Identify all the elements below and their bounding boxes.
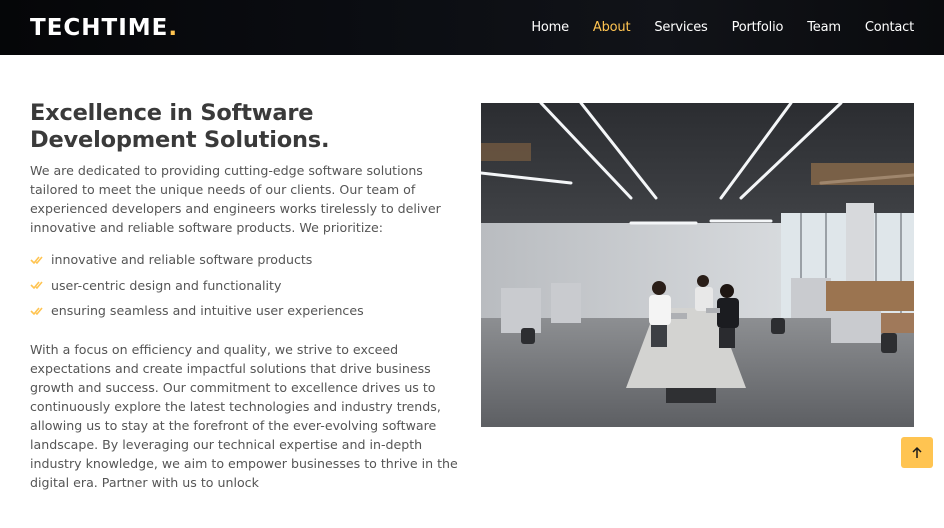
office-illustration bbox=[481, 103, 914, 427]
nav-home[interactable]: Home bbox=[531, 20, 569, 35]
about-title: Excellence in Software Development Solut… bbox=[30, 100, 330, 153]
about-body: With a focus on efficiency and quality, … bbox=[30, 341, 458, 490]
list-item-text: ensuring seamless and intuitive user exp… bbox=[51, 303, 364, 319]
about-section: Excellence in Software Development Solut… bbox=[30, 100, 470, 492]
list-item: innovative and reliable software product… bbox=[30, 247, 470, 273]
list-item: user-centric design and functionality bbox=[30, 273, 470, 299]
double-check-icon bbox=[30, 281, 43, 290]
nav-team[interactable]: Team bbox=[807, 20, 841, 35]
double-check-icon bbox=[30, 307, 43, 315]
logo[interactable]: TECHTIME. bbox=[30, 15, 178, 41]
list-item-text: innovative and reliable software product… bbox=[51, 252, 313, 268]
logo-text: TECHTIME bbox=[30, 14, 169, 41]
main-nav: Home About Services Portfolio Team Conta… bbox=[531, 20, 914, 35]
back-to-top-button[interactable] bbox=[901, 437, 933, 468]
list-item: ensuring seamless and intuitive user exp… bbox=[30, 298, 470, 324]
logo-dot: . bbox=[168, 14, 179, 41]
list-item-text: user-centric design and functionality bbox=[51, 277, 282, 293]
office-photo bbox=[481, 103, 914, 427]
double-check-icon bbox=[30, 256, 43, 264]
nav-portfolio[interactable]: Portfolio bbox=[732, 20, 784, 35]
nav-about[interactable]: About bbox=[593, 20, 631, 35]
about-intro: We are dedicated to providing cutting-ed… bbox=[30, 163, 441, 235]
priorities-list: innovative and reliable software product… bbox=[30, 247, 470, 324]
nav-services[interactable]: Services bbox=[654, 20, 707, 35]
arrow-up-icon bbox=[912, 446, 922, 458]
nav-contact[interactable]: Contact bbox=[865, 20, 914, 35]
site-header: TECHTIME. Home About Services Portfolio … bbox=[0, 0, 944, 55]
